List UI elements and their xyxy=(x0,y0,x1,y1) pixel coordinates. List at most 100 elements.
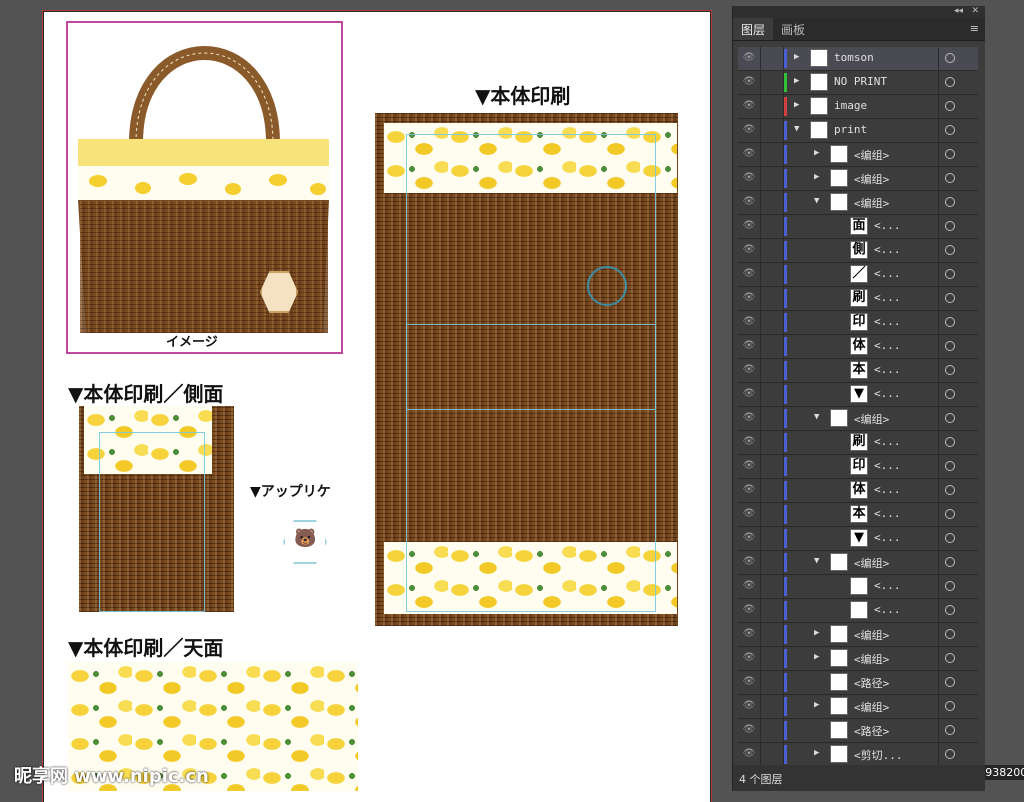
target-icon[interactable] xyxy=(938,359,979,382)
expand-toggle-icon[interactable]: ▶ xyxy=(794,100,799,110)
expand-toggle-icon[interactable]: ▶ xyxy=(814,148,819,158)
layer-row[interactable]: 👁 <路径> xyxy=(738,719,978,743)
layer-row[interactable]: 👁 ▶ <编组> xyxy=(738,647,978,671)
layer-row[interactable]: 👁 ▶ <编组> xyxy=(738,695,978,719)
lock-toggle[interactable] xyxy=(760,551,784,574)
layer-name[interactable]: NO PRINT xyxy=(834,75,887,88)
lock-toggle[interactable] xyxy=(760,599,784,622)
target-icon[interactable] xyxy=(938,311,979,334)
layer-row[interactable]: 👁 ▼ print xyxy=(738,119,978,143)
layer-row[interactable]: 👁 体 <... xyxy=(738,335,978,359)
expand-toggle-icon[interactable]: ▶ xyxy=(794,76,799,86)
layer-name[interactable]: <编组> xyxy=(854,627,889,643)
layer-row[interactable]: 👁 ▼ <编组> xyxy=(738,407,978,431)
layer-row[interactable]: 👁 面 <... xyxy=(738,215,978,239)
target-icon[interactable] xyxy=(938,695,979,718)
expand-toggle-icon[interactable]: ▼ xyxy=(794,124,799,134)
layer-name[interactable]: <... xyxy=(874,291,901,304)
layer-row[interactable]: 👁 本 <... xyxy=(738,503,978,527)
lock-toggle[interactable] xyxy=(760,695,784,718)
layer-name[interactable]: image xyxy=(834,99,867,112)
eye-icon[interactable]: 👁 xyxy=(742,316,756,328)
layer-row[interactable]: 👁 本 <... xyxy=(738,359,978,383)
target-icon[interactable] xyxy=(938,647,979,670)
target-icon[interactable] xyxy=(938,719,979,742)
eye-icon[interactable]: 👁 xyxy=(742,700,756,712)
target-icon[interactable] xyxy=(938,239,979,262)
target-icon[interactable] xyxy=(938,623,979,646)
target-icon[interactable] xyxy=(938,527,979,550)
target-icon[interactable] xyxy=(938,431,979,454)
layer-name[interactable]: tomson xyxy=(834,51,874,64)
layer-row[interactable]: 👁 刷 <... xyxy=(738,287,978,311)
eye-icon[interactable]: 👁 xyxy=(742,604,756,616)
eye-icon[interactable]: 👁 xyxy=(742,460,756,472)
layer-name[interactable]: <... xyxy=(874,267,901,280)
eye-icon[interactable]: 👁 xyxy=(742,748,756,760)
target-icon[interactable] xyxy=(938,551,979,574)
target-icon[interactable] xyxy=(938,167,979,190)
eye-icon[interactable]: 👁 xyxy=(742,580,756,592)
lock-toggle[interactable] xyxy=(760,671,784,694)
layer-row[interactable]: 👁 側 <... xyxy=(738,239,978,263)
lock-toggle[interactable] xyxy=(760,431,784,454)
eye-icon[interactable]: 👁 xyxy=(742,508,756,520)
layer-row[interactable]: 👁 ▼ <编组> xyxy=(738,551,978,575)
layer-name[interactable]: <编组> xyxy=(854,195,889,211)
layer-row[interactable]: 👁 ▼ <... xyxy=(738,527,978,551)
layer-name[interactable]: <编组> xyxy=(854,651,889,667)
eye-icon[interactable]: 👁 xyxy=(742,124,756,136)
layer-name[interactable]: <... xyxy=(874,363,901,376)
collapse-icon[interactable]: ◂◂ xyxy=(954,6,963,16)
lock-toggle[interactable] xyxy=(760,359,784,382)
lock-toggle[interactable] xyxy=(760,215,784,238)
eye-icon[interactable]: 👁 xyxy=(742,172,756,184)
layer-name[interactable]: <... xyxy=(874,459,901,472)
eye-icon[interactable]: 👁 xyxy=(742,196,756,208)
layer-name[interactable]: <路径> xyxy=(854,723,889,739)
eye-icon[interactable]: 👁 xyxy=(742,724,756,736)
layer-row[interactable]: 👁 体 <... xyxy=(738,479,978,503)
expand-toggle-icon[interactable]: ▼ xyxy=(814,556,819,566)
layer-name[interactable]: <编组> xyxy=(854,171,889,187)
tab-layers[interactable]: 图层 xyxy=(733,18,774,40)
lock-toggle[interactable] xyxy=(760,335,784,358)
layer-name[interactable]: <... xyxy=(874,579,901,592)
expand-toggle-icon[interactable]: ▶ xyxy=(814,628,819,638)
eye-icon[interactable]: 👁 xyxy=(742,148,756,160)
eye-icon[interactable]: 👁 xyxy=(742,676,756,688)
lock-toggle[interactable] xyxy=(760,479,784,502)
layer-name[interactable]: <... xyxy=(874,387,901,400)
layer-name[interactable]: <... xyxy=(874,483,901,496)
eye-icon[interactable]: 👁 xyxy=(742,556,756,568)
target-icon[interactable] xyxy=(938,47,979,70)
layer-name[interactable]: <路径> xyxy=(854,675,889,691)
close-icon[interactable]: ✕ xyxy=(971,6,979,16)
layer-row[interactable]: 👁 ▶ <编组> xyxy=(738,167,978,191)
layer-row[interactable]: 👁 <... xyxy=(738,599,978,623)
eye-icon[interactable]: 👁 xyxy=(742,244,756,256)
target-icon[interactable] xyxy=(938,335,979,358)
layer-row[interactable]: 👁 <... xyxy=(738,575,978,599)
eye-icon[interactable]: 👁 xyxy=(742,220,756,232)
target-icon[interactable] xyxy=(938,71,979,94)
lock-toggle[interactable] xyxy=(760,383,784,406)
lock-toggle[interactable] xyxy=(760,623,784,646)
eye-icon[interactable]: 👁 xyxy=(742,412,756,424)
layer-name[interactable]: <... xyxy=(874,339,901,352)
layer-name[interactable]: <... xyxy=(874,219,901,232)
layer-row[interactable]: 👁 <路径> xyxy=(738,671,978,695)
layer-row[interactable]: 👁 刷 <... xyxy=(738,431,978,455)
layer-name[interactable]: <... xyxy=(874,507,901,520)
layer-name[interactable]: <... xyxy=(874,315,901,328)
layer-name[interactable]: <剪切... xyxy=(854,747,903,763)
expand-toggle-icon[interactable]: ▶ xyxy=(814,652,819,662)
layer-row[interactable]: 👁 印 <... xyxy=(738,455,978,479)
eye-icon[interactable]: 👁 xyxy=(742,52,756,64)
layer-name[interactable]: <... xyxy=(874,603,901,616)
lock-toggle[interactable] xyxy=(760,47,784,70)
lock-toggle[interactable] xyxy=(760,239,784,262)
layer-row[interactable]: 👁 ／ <... xyxy=(738,263,978,287)
target-icon[interactable] xyxy=(938,743,979,766)
lock-toggle[interactable] xyxy=(760,191,784,214)
